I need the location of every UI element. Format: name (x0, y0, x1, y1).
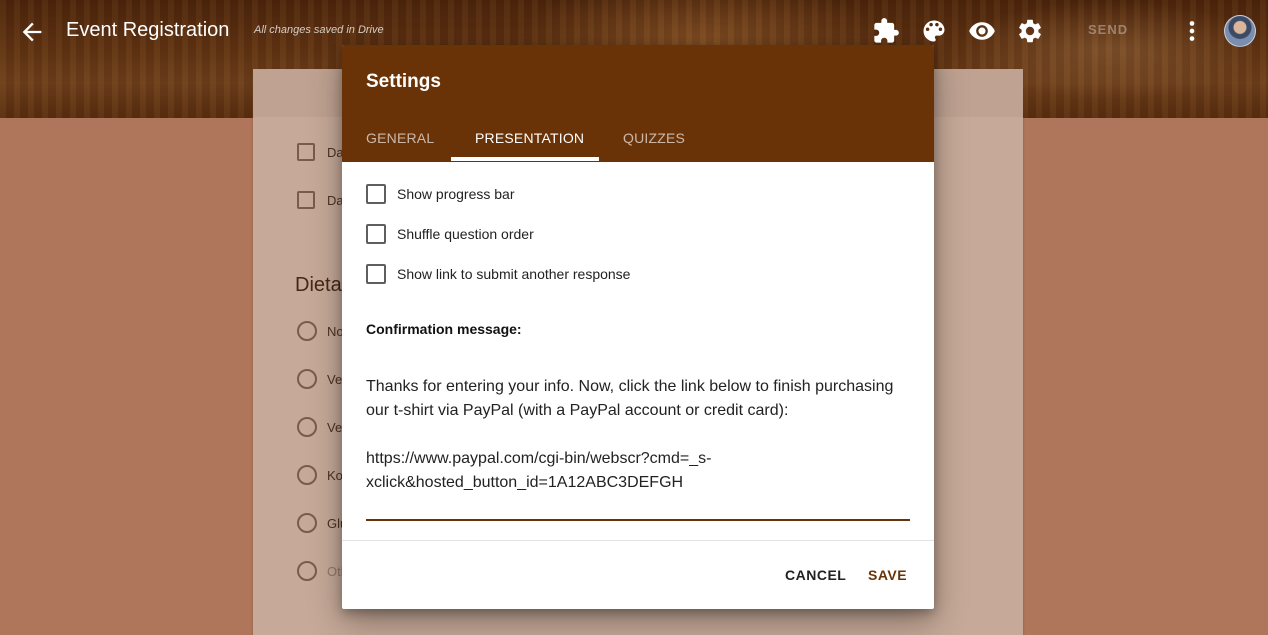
option-label: Shuffle question order (397, 226, 534, 242)
tab-general[interactable]: GENERAL (366, 130, 434, 146)
option-label: Show link to submit another response (397, 266, 631, 282)
puzzle-icon[interactable] (872, 17, 900, 45)
back-arrow-icon[interactable] (18, 18, 46, 46)
form-title[interactable]: Event Registration (66, 19, 229, 42)
dialog-header: Settings GENERAL PRESENTATION QUIZZES (342, 45, 934, 162)
option-show-progress-bar[interactable]: Show progress bar (366, 184, 515, 204)
palette-icon[interactable] (920, 17, 948, 45)
checkbox[interactable] (366, 224, 386, 244)
gear-icon[interactable] (1016, 17, 1044, 45)
option-shuffle-question-order[interactable]: Shuffle question order (366, 224, 534, 244)
confirmation-paragraph: Thanks for entering your info. Now, clic… (366, 378, 894, 419)
send-button[interactable]: SEND (1088, 22, 1128, 37)
dialog-divider (342, 540, 934, 541)
more-vert-icon[interactable] (1178, 17, 1206, 45)
checkbox[interactable] (366, 264, 386, 284)
save-button[interactable]: SAVE (868, 567, 907, 583)
checkbox[interactable] (366, 184, 386, 204)
confirmation-paragraph: https://www.paypal.com/cgi-bin/webscr?cm… (366, 450, 712, 491)
option-label: Show progress bar (397, 186, 515, 202)
avatar[interactable] (1224, 15, 1256, 47)
confirmation-message-field[interactable]: Thanks for entering your info. Now, clic… (366, 375, 911, 519)
option-show-link-another-response[interactable]: Show link to submit another response (366, 264, 630, 284)
tab-quizzes[interactable]: QUIZZES (623, 130, 685, 146)
active-tab-indicator (451, 157, 599, 161)
dialog-title: Settings (366, 71, 441, 92)
settings-dialog: Settings GENERAL PRESENTATION QUIZZES Sh… (342, 45, 934, 609)
field-underline (366, 519, 910, 521)
confirmation-message-label: Confirmation message: (366, 321, 522, 337)
cancel-button[interactable]: CANCEL (785, 567, 846, 583)
tab-presentation[interactable]: PRESENTATION (475, 130, 584, 146)
eye-icon[interactable] (968, 17, 996, 45)
save-status: All changes saved in Drive (254, 24, 384, 36)
